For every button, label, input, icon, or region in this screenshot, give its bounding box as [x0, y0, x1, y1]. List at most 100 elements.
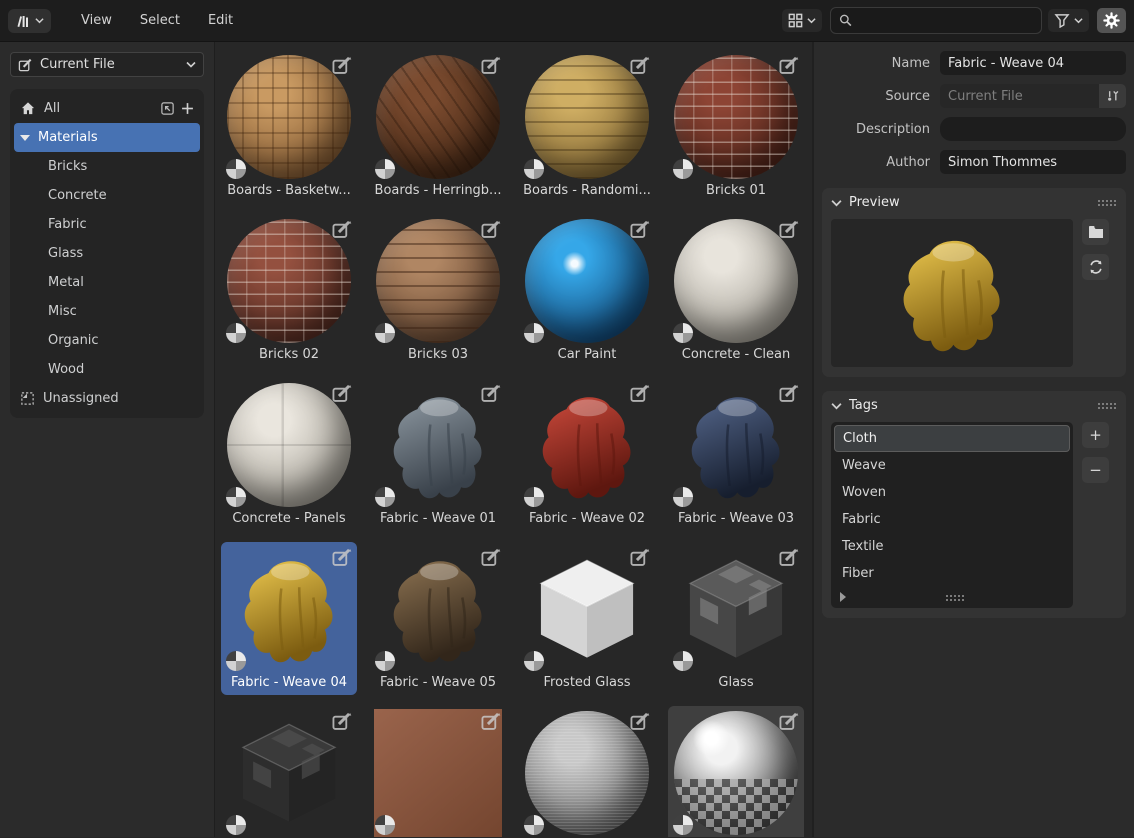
catalog-label: Bricks — [48, 159, 194, 174]
asset-thumbnail — [522, 53, 652, 181]
menubar: ViewSelectEdit — [69, 9, 245, 32]
tag-item-fiber[interactable]: Fiber — [834, 560, 1070, 587]
description-field[interactable] — [940, 117, 1126, 141]
search-icon — [839, 13, 853, 28]
asset-library-selector[interactable]: Current File — [10, 52, 204, 77]
asset-tile-car-paint[interactable]: Car Paint — [519, 214, 655, 367]
catalog-item-unassigned[interactable]: Unassigned — [14, 384, 200, 413]
search-box[interactable] — [830, 7, 1042, 34]
asset-tile-concrete-panels[interactable]: Concrete - Panels — [221, 378, 357, 531]
asset-tile-boards-herringb[interactable]: Boards - Herringb... — [370, 50, 506, 203]
menu-edit[interactable]: Edit — [196, 9, 245, 32]
material-type-icon — [673, 323, 693, 343]
remove-tag-button[interactable]: − — [1082, 457, 1109, 483]
tag-item-woven[interactable]: Woven — [834, 479, 1070, 506]
display-mode-button[interactable] — [782, 9, 822, 32]
description-field-label: Description — [822, 122, 940, 137]
catalog-item-concrete[interactable]: Concrete — [14, 181, 200, 210]
catalog-item-misc[interactable]: Misc — [14, 297, 200, 326]
asset-thumbnail — [671, 709, 801, 837]
refresh-preview-button[interactable] — [1082, 254, 1109, 280]
expand-filter-icon[interactable] — [840, 592, 846, 602]
asset-browser-icon — [15, 13, 31, 29]
asset-preview-image — [831, 219, 1073, 367]
asset-tile-fabric-weave-01[interactable]: Fabric - Weave 01 — [370, 378, 506, 531]
asset-tile-glass-dispersion[interactable]: Glass (Dispersion) — [221, 706, 357, 837]
panel-drag-grip[interactable] — [1097, 402, 1117, 409]
material-type-icon — [226, 159, 246, 179]
editable-asset-icon — [480, 546, 502, 568]
settings-toggle-button[interactable] — [1097, 8, 1126, 33]
catalog-label: Concrete — [48, 188, 194, 203]
asset-tile-frosted-glass[interactable]: Frosted Glass — [519, 542, 655, 695]
add-tag-button[interactable]: + — [1082, 422, 1109, 448]
asset-tile-bricks-03[interactable]: Bricks 03 — [370, 214, 506, 367]
tag-item-fabric[interactable]: Fabric — [834, 506, 1070, 533]
editable-asset-icon — [629, 382, 651, 404]
add-catalog-icon[interactable] — [181, 102, 194, 115]
tags-panel-header[interactable]: Tags — [822, 391, 1126, 420]
asset-grid-area: Boards - Basketw... Boards - Herringb... B… — [215, 42, 812, 837]
asset-thumbnail — [224, 381, 354, 509]
tag-item-textile[interactable]: Textile — [834, 533, 1070, 560]
list-resize-grip[interactable] — [945, 594, 965, 601]
cloth-thumbnail — [877, 223, 1027, 363]
asset-tile-boards-basketw[interactable]: Boards - Basketw... — [221, 50, 357, 203]
catalog-item-materials[interactable]: Materials — [14, 123, 200, 152]
material-type-icon — [375, 323, 395, 343]
material-type-icon — [673, 159, 693, 179]
asset-thumbnail — [522, 381, 652, 509]
menu-select[interactable]: Select — [128, 9, 192, 32]
catalog-item-bricks[interactable]: Bricks — [14, 152, 200, 181]
load-preview-button[interactable] — [1082, 219, 1109, 245]
asset-thumbnail — [373, 217, 503, 345]
asset-thumbnail — [373, 709, 503, 837]
source-tool-button[interactable] — [1099, 84, 1126, 108]
catalog-item-glass[interactable]: Glass — [14, 239, 200, 268]
asset-tile-metal-chrome[interactable]: Metal - Chrome — [668, 706, 804, 837]
asset-label: Boards - Herringb... — [373, 183, 503, 202]
asset-tile-human-skin[interactable]: Human Skin — [370, 706, 506, 837]
tag-item-cloth[interactable]: Cloth — [834, 425, 1070, 452]
catalog-label: Wood — [48, 362, 194, 377]
editable-asset-icon — [778, 546, 800, 568]
catalog-item-fabric[interactable]: Fabric — [14, 210, 200, 239]
search-input[interactable] — [858, 13, 1033, 28]
asset-tile-metal-brushed[interactable]: Metal - Brushed — [519, 706, 655, 837]
asset-tile-fabric-weave-02[interactable]: Fabric - Weave 02 — [519, 378, 655, 531]
chevron-down-icon — [35, 17, 44, 24]
asset-tile-fabric-weave-04[interactable]: Fabric - Weave 04 — [221, 542, 357, 695]
move-catalog-icon[interactable] — [160, 101, 175, 116]
material-type-icon — [226, 323, 246, 343]
catalog-item-all[interactable]: All — [14, 94, 200, 123]
tags-panel: Tags ClothWeaveWovenFabricTextileFiber +… — [822, 391, 1126, 618]
catalog-item-metal[interactable]: Metal — [14, 268, 200, 297]
filter-button[interactable] — [1048, 9, 1089, 32]
asset-grid: Boards - Basketw... Boards - Herringb... B… — [221, 50, 812, 837]
catalog-label: Unassigned — [43, 391, 194, 406]
asset-tile-bricks-01[interactable]: Bricks 01 — [668, 50, 804, 203]
editor-type-button[interactable] — [8, 9, 51, 33]
author-field[interactable]: Simon Thommes — [940, 150, 1126, 174]
asset-thumbnail — [224, 217, 354, 345]
catalog-label: Materials — [38, 130, 194, 145]
catalog-actions — [160, 101, 194, 116]
tag-item-weave[interactable]: Weave — [834, 452, 1070, 479]
catalog-label: All — [44, 101, 152, 116]
name-field[interactable]: Fabric - Weave 04 — [940, 51, 1126, 75]
asset-label: Boards - Randomi... — [522, 183, 652, 202]
catalog-sidebar: Current File All Materials Bricks Concrete F… — [0, 42, 215, 837]
asset-tile-fabric-weave-05[interactable]: Fabric - Weave 05 — [370, 542, 506, 695]
panel-drag-grip[interactable] — [1097, 199, 1117, 206]
asset-tile-bricks-02[interactable]: Bricks 02 — [221, 214, 357, 367]
material-type-icon — [524, 815, 544, 835]
asset-tile-glass[interactable]: Glass — [668, 542, 804, 695]
asset-tile-concrete-clean[interactable]: Concrete - Clean — [668, 214, 804, 367]
catalog-item-wood[interactable]: Wood — [14, 355, 200, 384]
asset-tile-boards-randomi[interactable]: Boards - Randomi... — [519, 50, 655, 203]
menu-view[interactable]: View — [69, 9, 124, 32]
catalog-item-organic[interactable]: Organic — [14, 326, 200, 355]
asset-tile-fabric-weave-03[interactable]: Fabric - Weave 03 — [668, 378, 804, 531]
preview-panel-header[interactable]: Preview — [822, 188, 1126, 217]
asset-label: Glass — [671, 675, 801, 694]
